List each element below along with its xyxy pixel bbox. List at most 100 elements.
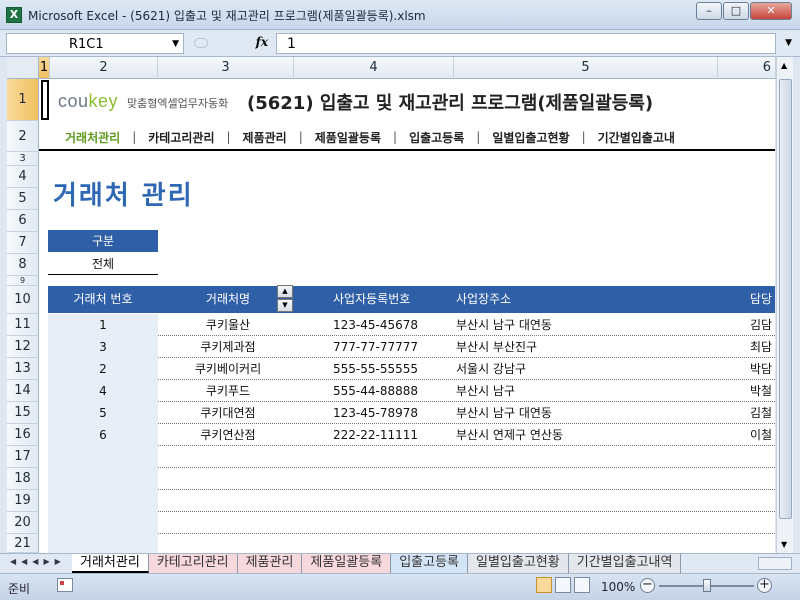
cell-address[interactable]: 부산시 남구 대연동 <box>456 314 726 336</box>
nav-item-accounts[interactable]: 거래처관리 <box>65 129 120 146</box>
cell-id[interactable] <box>48 490 158 512</box>
table-row-empty[interactable] <box>48 446 775 468</box>
zoom-in-button[interactable]: + <box>757 578 772 593</box>
cell-address[interactable]: 서울시 강남구 <box>456 358 726 380</box>
row-header[interactable]: 15 <box>7 402 39 424</box>
cell-manager[interactable]: 박담 <box>750 358 775 380</box>
cell-address[interactable]: 부산시 남구 대연동 <box>456 402 726 424</box>
scroll-thumb[interactable] <box>779 79 792 519</box>
zoom-out-button[interactable]: − <box>640 578 655 593</box>
cell-id[interactable]: 3 <box>48 336 158 358</box>
sheet-tab-daily-status[interactable]: 일별입출고현황 <box>468 554 569 573</box>
name-box[interactable]: R1C1 ▼ <box>6 33 184 54</box>
cell-manager[interactable]: 김담 <box>750 314 775 336</box>
minimize-button[interactable]: – <box>696 2 722 20</box>
maximize-button[interactable]: □ <box>723 2 749 20</box>
select-all-corner[interactable] <box>7 57 39 79</box>
row-header[interactable]: 5 <box>7 188 39 210</box>
table-row-empty[interactable] <box>48 490 775 512</box>
nav-item-category[interactable]: 카테고리관리 <box>148 129 214 146</box>
nav-item-daily-status[interactable]: 일별입출고현황 <box>492 129 569 146</box>
row-header[interactable]: 8 <box>7 254 39 276</box>
row-header[interactable]: 16 <box>7 424 39 446</box>
cell-name[interactable]: 쿠키푸드 <box>158 380 298 402</box>
row-header[interactable]: 11 <box>7 314 39 336</box>
sheet-tab-products[interactable]: 제품관리 <box>237 554 303 573</box>
table-row[interactable]: 4 쿠키푸드 555-44-88888 부산시 남구 박철 <box>48 380 775 402</box>
row-header[interactable]: 2 <box>7 121 39 152</box>
table-row[interactable]: 6 쿠키연산점 222-22-11111 부산시 연제구 연산동 이철 <box>48 424 775 446</box>
sort-ascending-button[interactable]: ▲ <box>277 285 293 298</box>
scroll-up-icon[interactable]: ▲ <box>781 61 787 70</box>
sort-descending-button[interactable]: ▼ <box>277 299 293 312</box>
nav-item-inout-register[interactable]: 입출고등록 <box>409 129 464 146</box>
sheet-tab-inout-register[interactable]: 입출고등록 <box>391 554 468 573</box>
cell-id[interactable] <box>48 534 158 553</box>
table-row[interactable]: 5 쿠키대연점 123-45-78978 부산시 남구 대연동 김철 <box>48 402 775 424</box>
row-header[interactable]: 14 <box>7 380 39 402</box>
row-header[interactable]: 1 <box>7 79 39 121</box>
cell-id[interactable] <box>48 446 158 468</box>
row-header[interactable]: 7 <box>7 232 39 254</box>
column-heading[interactable]: 거래처 번호 <box>48 286 158 313</box>
row-header[interactable]: 17 <box>7 446 39 468</box>
sheet-tab-period-status[interactable]: 기간별입출고내역 <box>568 554 682 573</box>
cell-name[interactable]: 쿠키연산점 <box>158 424 298 446</box>
column-heading[interactable]: 사업자등록번호 <box>333 286 443 313</box>
worksheet[interactable]: coukey 맞춤형엑셀업무자동화 (5621) 입출고 및 재고관리 프로그램… <box>39 79 775 553</box>
cell-bizno[interactable]: 777-77-77777 <box>333 336 443 358</box>
row-header[interactable]: 9 <box>7 276 39 286</box>
column-heading[interactable]: 사업장주소 <box>456 286 576 313</box>
table-row-empty[interactable] <box>48 534 775 553</box>
vertical-scrollbar[interactable]: ▲ ▼ <box>776 57 793 553</box>
zoom-level[interactable]: 100% <box>601 580 635 594</box>
row-header[interactable]: 10 <box>7 286 39 314</box>
active-cell[interactable] <box>41 80 49 120</box>
row-header[interactable]: 6 <box>7 210 39 232</box>
cell-manager[interactable]: 최담 <box>750 336 775 358</box>
row-header[interactable]: 19 <box>7 490 39 512</box>
column-heading[interactable]: 담당 <box>750 286 775 313</box>
nav-item-period-status[interactable]: 기간별입출고내 <box>598 129 675 146</box>
nav-item-products[interactable]: 제품관리 <box>243 129 287 146</box>
column-header[interactable]: 1 <box>39 57 50 79</box>
cell-address[interactable]: 부산시 남구 <box>456 380 726 402</box>
cell-address[interactable]: 부산시 부산진구 <box>456 336 726 358</box>
cell-name[interactable]: 쿠키대연점 <box>158 402 298 424</box>
insert-function-icon[interactable]: fx <box>256 35 268 49</box>
cell-id[interactable]: 4 <box>48 380 158 402</box>
cell-bizno[interactable]: 123-45-78978 <box>333 402 443 424</box>
sheet-tab-category[interactable]: 카테고리관리 <box>148 554 238 573</box>
cell-bizno[interactable]: 555-44-88888 <box>333 380 443 402</box>
row-header[interactable]: 20 <box>7 512 39 534</box>
table-row[interactable]: 1 쿠키울산 123-45-45678 부산시 남구 대연동 김담 <box>48 314 775 336</box>
cell-bizno[interactable]: 222-22-11111 <box>333 424 443 446</box>
page-break-view-icon[interactable] <box>574 577 590 593</box>
row-header[interactable]: 13 <box>7 358 39 380</box>
cell-address[interactable]: 부산시 연제구 연산동 <box>456 424 726 446</box>
cell-bizno[interactable]: 123-45-45678 <box>333 314 443 336</box>
cell-id[interactable]: 1 <box>48 314 158 336</box>
table-row[interactable]: 2 쿠키베이커리 555-55-55555 서울시 강남구 박담 <box>48 358 775 380</box>
cell-name[interactable]: 쿠키베이커리 <box>158 358 298 380</box>
macro-record-icon[interactable] <box>57 578 73 592</box>
table-row-empty[interactable] <box>48 468 775 490</box>
table-row-empty[interactable] <box>48 512 775 534</box>
nav-item-bulk-register[interactable]: 제품일괄등록 <box>315 129 381 146</box>
cell-id[interactable]: 2 <box>48 358 158 380</box>
excel-icon[interactable]: X <box>6 7 22 23</box>
column-header[interactable]: 3 <box>158 57 294 79</box>
close-button[interactable]: ✕ <box>750 2 792 20</box>
chevron-down-icon[interactable]: ▼ <box>172 39 179 49</box>
formula-input[interactable]: 1 <box>276 33 776 54</box>
cell-bizno[interactable]: 555-55-55555 <box>333 358 443 380</box>
cell-id[interactable]: 6 <box>48 424 158 446</box>
cell-id[interactable]: 5 <box>48 402 158 424</box>
zoom-slider-thumb[interactable] <box>703 579 711 592</box>
cell-name[interactable]: 쿠키울산 <box>158 314 298 336</box>
page-layout-view-icon[interactable] <box>555 577 571 593</box>
expand-formula-icon[interactable]: ▼ <box>785 38 792 48</box>
cell-name[interactable]: 쿠키제과점 <box>158 336 298 358</box>
row-header[interactable]: 3 <box>7 152 39 166</box>
cell-manager[interactable]: 이철 <box>750 424 775 446</box>
